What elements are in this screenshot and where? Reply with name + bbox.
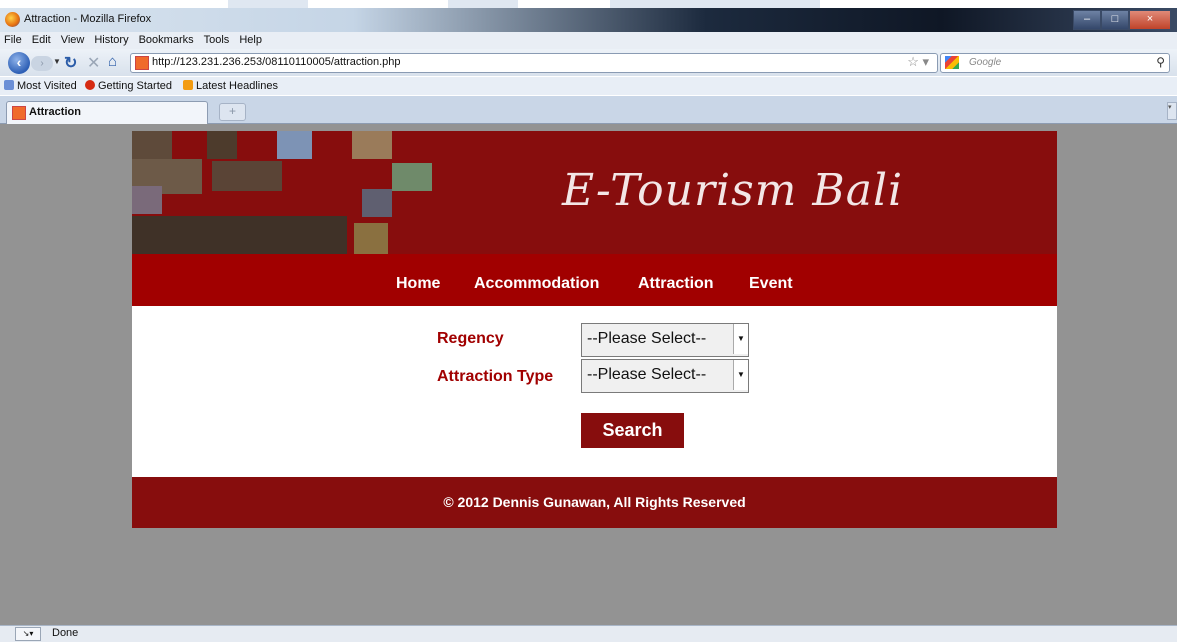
menu-bookmarks[interactable]: Bookmarks <box>134 32 199 49</box>
maximize-button[interactable]: □ <box>1101 10 1129 30</box>
minimize-button[interactable]: – <box>1073 10 1101 30</box>
attraction-type-label: Attraction Type <box>437 368 554 385</box>
tab-favicon-icon <box>12 106 26 120</box>
reload-icon[interactable]: ↻ <box>64 53 77 73</box>
attraction-type-select[interactable]: --Please Select-- ▼ <box>581 359 749 393</box>
nav-home[interactable]: Home <box>396 275 440 293</box>
menu-file[interactable]: File <box>0 32 27 49</box>
menu-edit[interactable]: Edit <box>27 32 56 49</box>
firefox-icon <box>85 80 95 90</box>
search-icon[interactable]: ⚲ <box>1156 55 1165 69</box>
chevron-down-icon[interactable]: ▼ <box>733 324 748 354</box>
url-text[interactable]: http://123.231.236.253/08110110005/attra… <box>152 56 401 68</box>
bookmark-star-icon <box>4 80 14 90</box>
new-tab-button[interactable]: + <box>219 103 246 121</box>
nav-event[interactable]: Event <box>749 275 793 293</box>
site-footer: © 2012 Dennis Gunawan, All Rights Reserv… <box>132 477 1057 528</box>
menu-view[interactable]: View <box>56 32 90 49</box>
home-icon[interactable]: ⌂ <box>108 53 117 70</box>
bookmark-getting-started[interactable]: Getting Started <box>85 80 172 92</box>
google-icon[interactable] <box>945 56 959 69</box>
search-form: Regency --Please Select-- ▼ Attraction T… <box>132 306 1057 477</box>
regency-select-value: --Please Select-- <box>587 330 707 347</box>
attraction-type-select-value: --Please Select-- <box>587 366 707 383</box>
nav-accommodation[interactable]: Accommodation <box>474 275 599 293</box>
regency-select[interactable]: --Please Select-- ▼ <box>581 323 749 357</box>
tab-strip: Attraction + ▾ <box>0 96 1177 124</box>
bookmark-latest-headlines[interactable]: Latest Headlines <box>183 80 278 92</box>
menu-history[interactable]: History <box>89 32 133 49</box>
navigation-toolbar: ‹ › ▼ ↻ ✕ ⌂ http://123.231.236.253/08110… <box>0 49 1177 76</box>
back-button[interactable]: ‹ <box>8 52 30 74</box>
bookmark-star-icon[interactable]: ☆ ▾ <box>907 54 929 70</box>
tab-attraction[interactable]: Attraction <box>6 101 208 124</box>
window-title: Attraction - Mozilla Firefox <box>24 13 152 25</box>
chevron-down-icon[interactable]: ▼ <box>733 360 748 390</box>
desktop-strip <box>0 0 1177 8</box>
menu-tools[interactable]: Tools <box>199 32 235 49</box>
tab-list-icon[interactable]: ▾ <box>1167 102 1177 120</box>
bookmarks-toolbar: Most Visited Getting Started Latest Head… <box>0 77 1177 95</box>
site-nav: Home Accommodation Attraction Event <box>132 254 1057 306</box>
site-brand-title: E-Tourism Bali <box>562 165 904 216</box>
tab-label: Attraction <box>29 106 81 118</box>
history-dropdown-icon[interactable]: ▼ <box>53 57 61 66</box>
address-bar[interactable]: http://123.231.236.253/08110110005/attra… <box>130 53 938 73</box>
firefox-icon <box>5 12 20 27</box>
menu-help[interactable]: Help <box>234 32 267 49</box>
rss-icon <box>183 80 193 90</box>
search-placeholder: Google <box>969 57 1002 68</box>
forward-button[interactable]: › <box>31 56 53 71</box>
regency-label: Regency <box>437 330 504 347</box>
search-button[interactable]: Search <box>581 413 684 448</box>
search-input[interactable]: Google ⚲ <box>940 53 1170 73</box>
copyright-text: © 2012 Dennis Gunawan, All Rights Reserv… <box>443 494 746 510</box>
status-icon[interactable]: ↘▾ <box>15 627 41 641</box>
nav-attraction[interactable]: Attraction <box>638 275 714 293</box>
banner-photo-mosaic <box>132 131 432 254</box>
close-button[interactable]: × <box>1129 10 1171 30</box>
page-viewport: E-Tourism Bali Home Accommodation Attrac… <box>0 124 1177 625</box>
bookmark-most-visited[interactable]: Most Visited <box>4 80 77 92</box>
menu-bar: File Edit View History Bookmarks Tools H… <box>0 32 1177 49</box>
site-banner: E-Tourism Bali <box>132 131 1057 254</box>
site-favicon-icon <box>135 56 149 70</box>
stop-icon[interactable]: ✕ <box>87 53 100 73</box>
window-title-bar: Attraction - Mozilla Firefox – □ × <box>0 8 1177 32</box>
status-text: Done <box>52 627 79 639</box>
status-bar: ↘▾ Done <box>0 625 1177 642</box>
